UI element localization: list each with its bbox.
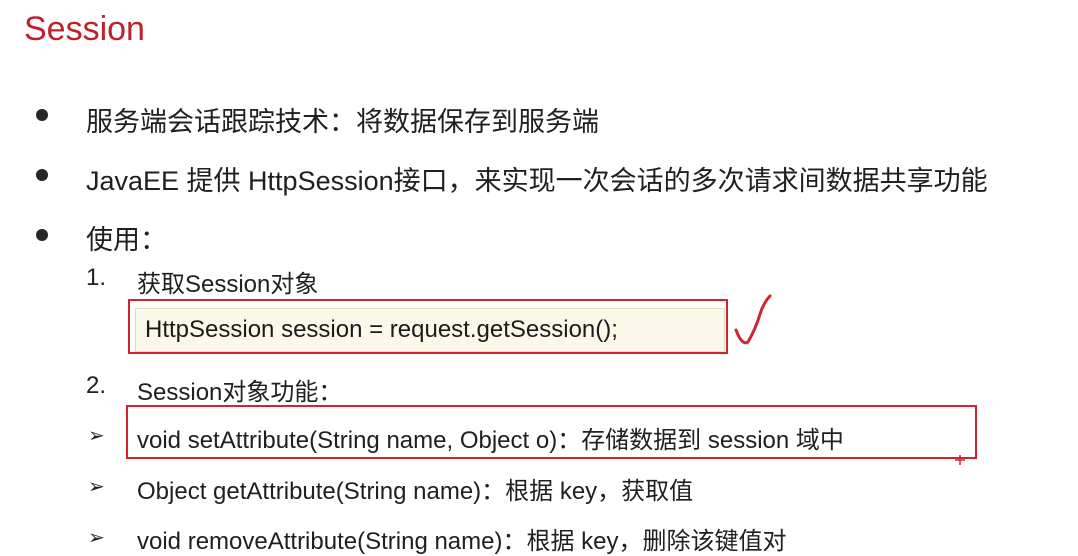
page-title: Session [24, 10, 145, 48]
arrow-marker-icon: ➢ [88, 425, 105, 447]
plus-mark-icon [955, 455, 965, 465]
step-label-1: 获取Session对象 [137, 271, 319, 298]
method-highlight-box [126, 405, 977, 459]
arrow-marker-icon: ➢ [88, 476, 105, 498]
step-number-1: 1. [86, 264, 107, 291]
method-get-attribute: Object getAttribute(String name)：根据 key，… [137, 478, 694, 505]
bullet-item-2: JavaEE 提供 HttpSession接口，来实现一次会话的多次请求间数据共… [86, 166, 988, 196]
bullet-item-1: 服务端会话跟踪技术：将数据保存到服务端 [86, 107, 599, 137]
step-label-2: Session对象功能： [137, 379, 343, 406]
bullet-dot-icon [36, 169, 48, 181]
code-highlight-box [128, 299, 728, 354]
step-number-2: 2. [86, 372, 107, 399]
method-remove-attribute: void removeAttribute(String name)：根据 key… [137, 528, 787, 555]
arrow-marker-icon: ➢ [88, 527, 105, 549]
bullet-dot-icon [36, 229, 48, 241]
bullet-item-3: 使用： [86, 225, 167, 255]
checkmark-icon [734, 294, 772, 345]
bullet-dot-icon [36, 109, 48, 121]
